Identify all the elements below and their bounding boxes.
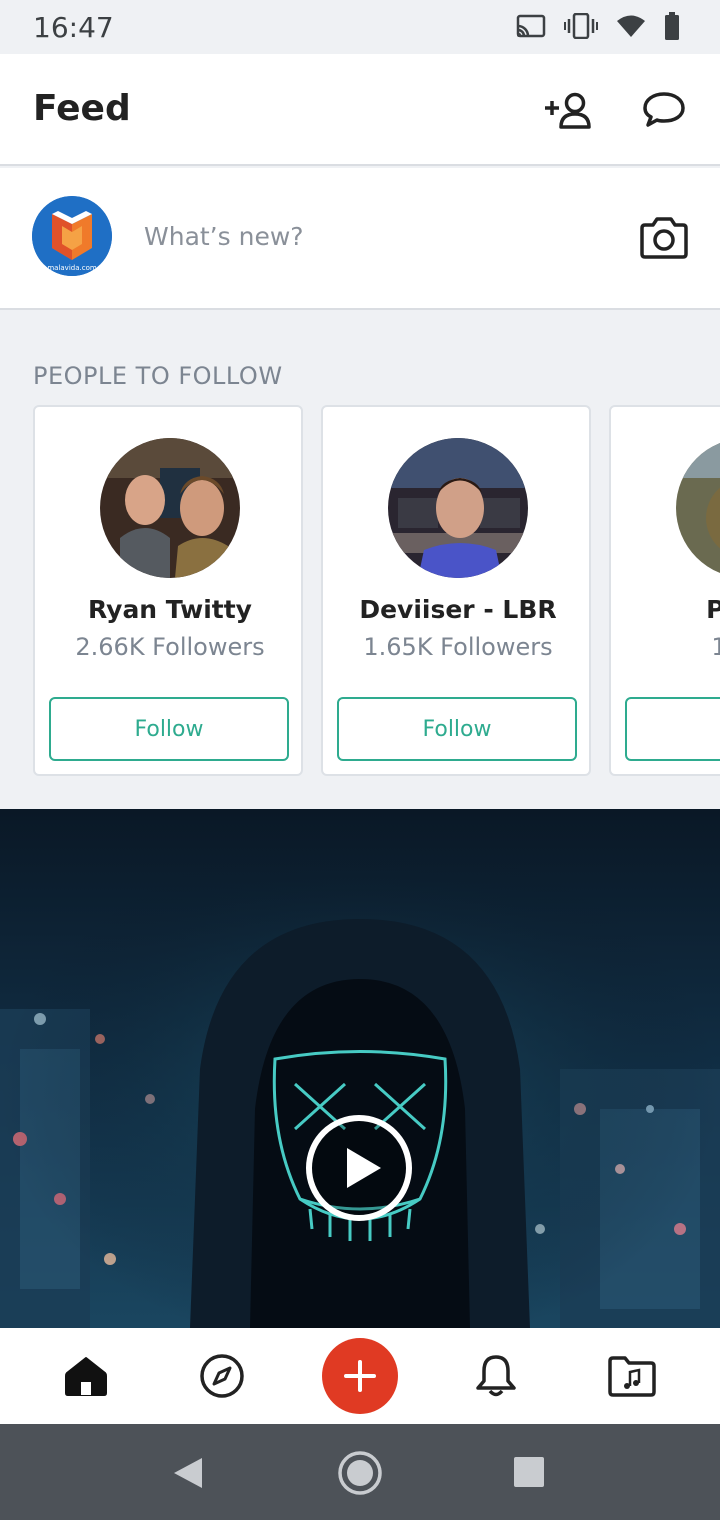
wifi-icon — [617, 15, 645, 37]
create-icon[interactable] — [342, 1358, 378, 1394]
person-photo[interactable] — [100, 438, 240, 578]
page-title: Feed — [33, 88, 131, 129]
person-photo-image — [388, 438, 528, 578]
person-name[interactable]: Ryan Twitty — [35, 595, 301, 624]
status-bar: 16:47 — [0, 0, 720, 54]
avatar-watermark: malavida.com — [47, 264, 97, 272]
person-photo[interactable] — [676, 438, 720, 578]
cast-icon — [516, 14, 546, 38]
follow-button[interactable]: F — [625, 697, 720, 761]
video-thumbnail — [0, 809, 720, 1328]
recents-icon[interactable] — [513, 1456, 545, 1488]
nav-notifications[interactable] — [466, 1328, 526, 1424]
user-avatar[interactable]: malavida.com — [32, 196, 112, 276]
person-followers: 2.66K Followers — [75, 633, 265, 661]
person-photo[interactable] — [388, 438, 528, 578]
section-label-people-to-follow: PEOPLE TO FOLLOW — [33, 362, 283, 390]
person-name[interactable]: Philip — [611, 595, 720, 624]
notifications-icon[interactable] — [474, 1353, 518, 1399]
library-icon[interactable] — [607, 1355, 657, 1397]
nav-home[interactable] — [56, 1328, 116, 1424]
system-navigation-bar — [0, 1424, 720, 1520]
person-card-deviiser-lbr[interactable]: Deviiser - LBR 1.65K Followers Follow — [321, 405, 591, 776]
explore-icon[interactable] — [199, 1353, 245, 1399]
person-photo-image — [676, 438, 720, 578]
follow-button[interactable]: Follow — [49, 697, 289, 761]
person-followers: 15.9K — [611, 633, 720, 661]
vibrate-icon — [564, 13, 598, 39]
status-icons — [516, 12, 680, 40]
play-icon[interactable] — [303, 1112, 415, 1224]
camera-icon[interactable] — [638, 216, 690, 260]
app-header: Feed — [0, 54, 720, 166]
bottom-navigation — [0, 1328, 720, 1424]
chat-icon[interactable] — [642, 90, 686, 130]
video-post[interactable] — [0, 809, 720, 1328]
follow-button[interactable]: Follow — [337, 697, 577, 761]
person-photo-image — [100, 438, 240, 578]
people-to-follow-carousel[interactable]: Ryan Twitty 2.66K Followers Follow Devii… — [0, 405, 720, 777]
person-followers: 1.65K Followers — [363, 633, 553, 661]
person-name[interactable]: Deviiser - LBR — [323, 595, 589, 624]
battery-icon — [665, 12, 679, 40]
whats-new-input[interactable]: What’s new? — [144, 222, 304, 251]
add-friend-icon[interactable] — [542, 90, 594, 130]
home-icon[interactable] — [64, 1355, 108, 1397]
back-icon[interactable] — [172, 1456, 204, 1490]
create-button[interactable] — [322, 1338, 398, 1414]
person-card-philip[interactable]: Philip 15.9K F — [609, 405, 720, 776]
home-button-icon[interactable] — [336, 1449, 384, 1497]
person-card-ryan-twitty[interactable]: Ryan Twitty 2.66K Followers Follow — [33, 405, 303, 776]
status-time: 16:47 — [33, 11, 114, 44]
malavida-logo: malavida.com — [32, 196, 112, 276]
post-composer[interactable]: malavida.com What’s new? — [0, 168, 720, 310]
nav-explore[interactable] — [192, 1328, 252, 1424]
nav-library[interactable] — [602, 1328, 662, 1424]
